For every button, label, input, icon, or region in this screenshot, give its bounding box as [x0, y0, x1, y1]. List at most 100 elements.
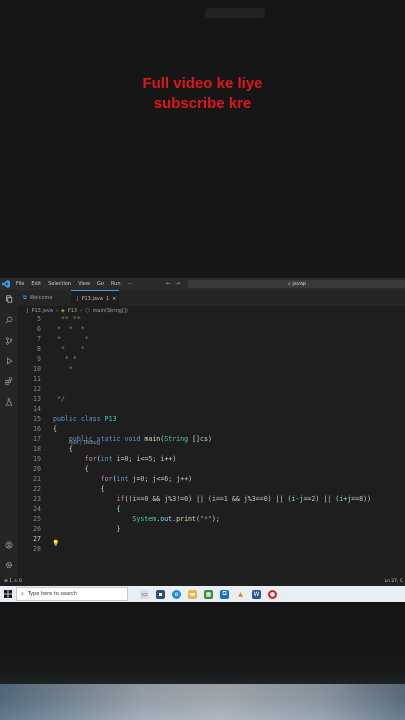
code-line[interactable]: 23 if((i==0 && j%3!=0) || (i==1 && j%3==…: [17, 494, 405, 504]
settings-icon[interactable]: [0, 558, 17, 572]
testing-icon[interactable]: [0, 395, 17, 409]
search-text: javap: [292, 281, 307, 287]
line-code: * *: [53, 335, 89, 343]
run-debug-icon[interactable]: [0, 354, 17, 368]
code-line[interactable]: 20 {: [17, 464, 405, 474]
code-line[interactable]: 27: [17, 534, 405, 544]
run-debug-codelens[interactable]: Run | Debug: [69, 440, 100, 446]
windows-start-icon[interactable]: [0, 586, 16, 602]
line-code: ** **: [53, 315, 81, 323]
search-icon: ⌕: [21, 591, 24, 597]
code-line[interactable]: 8 * *: [17, 344, 405, 354]
line-number: 21: [33, 475, 41, 483]
menu-file[interactable]: File: [16, 281, 24, 287]
code-line[interactable]: 9 * *: [17, 354, 405, 364]
menu-more[interactable]: ···: [128, 281, 133, 287]
widgets-icon[interactable]: ▪: [156, 589, 165, 599]
menu-edit[interactable]: Edit: [31, 281, 41, 287]
line-number: 18: [33, 445, 41, 453]
menu-selection[interactable]: Selection: [48, 281, 71, 287]
activity-bar: [0, 290, 17, 578]
code-line[interactable]: 22 {: [17, 484, 405, 494]
code-editor[interactable]: 5 ** ** 6 * * * 7 * * 8 * * 9 * * 10 * 11 12 13 …: [17, 314, 405, 574]
title-bar: File Edit Selection View Go Run ··· ←→ ⌕…: [0, 278, 405, 290]
code-line[interactable]: 26 }: [17, 524, 405, 534]
command-center-search[interactable]: ⌕ javap: [188, 280, 405, 288]
code-line[interactable]: 10 *: [17, 364, 405, 374]
search-icon[interactable]: [0, 313, 17, 327]
line-number: 24: [33, 505, 41, 513]
line-number: 9: [37, 355, 41, 363]
line-number: 27: [33, 535, 41, 543]
source-control-icon[interactable]: [0, 334, 17, 348]
vscode-window: File Edit Selection View Go Run ··· ←→ ⌕…: [0, 278, 405, 586]
tab-p13-java[interactable]: J P13.java 1 ×: [71, 290, 119, 306]
vscode-taskbar-icon[interactable]: ⧉: [220, 589, 229, 599]
line-number: 25: [33, 515, 41, 523]
tab-welcome[interactable]: ⧉ Welcome: [17, 290, 71, 306]
problems-status[interactable]: ⊗ 1 ⚠ 0: [4, 579, 22, 584]
promo-line-1: Full video ke liye: [142, 75, 263, 92]
code-line[interactable]: 24 {: [17, 504, 405, 514]
taskbar-search[interactable]: ⌕ Type here to search: [16, 587, 128, 601]
store-icon[interactable]: ▦: [204, 589, 213, 599]
file-explorer-icon[interactable]: ▬: [188, 589, 197, 599]
menu-view[interactable]: View: [78, 281, 90, 287]
vlc-icon[interactable]: ▲: [236, 590, 245, 599]
line-code: for(int j=0; j<=6; j++): [100, 475, 193, 483]
windows-taskbar: ⌕ Type here to search ▭ ▪ e ▬ ▦ ⧉ ▲ W ●: [0, 586, 405, 602]
line-number: 11: [33, 375, 41, 383]
code-line[interactable]: 11: [17, 374, 405, 384]
line-code: for(int i=0; i<=5; i++): [84, 455, 177, 463]
status-bar: ⊗ 1 ⚠ 0 Ln 27, C: [0, 578, 405, 586]
account-icon[interactable]: [0, 538, 17, 552]
line-number: 17: [33, 435, 41, 443]
line-number: 16: [33, 425, 41, 433]
edge-icon[interactable]: e: [172, 589, 181, 599]
menu-run[interactable]: Run: [111, 281, 121, 287]
record-icon[interactable]: ●: [268, 589, 277, 599]
nav-arrows[interactable]: ←→: [166, 280, 184, 287]
line-code: */: [53, 395, 65, 403]
blurred-footer: [0, 684, 405, 720]
close-icon[interactable]: ×: [112, 296, 116, 302]
explorer-icon[interactable]: [0, 292, 17, 306]
line-code: * *: [53, 355, 77, 363]
lightbulb-icon[interactable]: 💡: [52, 540, 59, 547]
cursor-position[interactable]: Ln 27, C: [384, 579, 403, 584]
line-code: {: [53, 485, 105, 493]
line-number: 19: [33, 455, 41, 463]
line-number: 28: [33, 545, 41, 553]
code-line[interactable]: 5 ** **: [17, 314, 405, 324]
line-code: System.out.print("*");: [132, 515, 220, 523]
code-line[interactable]: 7 * *: [17, 334, 405, 344]
line-code: * *: [53, 345, 85, 353]
code-line[interactable]: 16 {: [17, 424, 405, 434]
line-number: 8: [37, 345, 41, 353]
line-number: 15: [33, 415, 41, 423]
task-view-icon[interactable]: ▭: [140, 589, 149, 599]
code-line[interactable]: 25 System.out.print("*");: [17, 514, 405, 524]
code-line[interactable]: 21 for(int j=0; j<=6; j++): [17, 474, 405, 484]
promo-overlay: Full video ke liye subscribe kre: [0, 74, 405, 114]
line-code: if((i==0 && j%3!=0) || (i==1 && j%3==0) …: [116, 495, 372, 503]
line-code: {: [53, 505, 121, 513]
line-code: {: [53, 465, 89, 473]
code-line[interactable]: 14: [17, 404, 405, 414]
code-line[interactable]: 6 * * *: [17, 324, 405, 334]
line-number: 20: [33, 465, 41, 473]
code-line[interactable]: 13 */: [17, 394, 405, 404]
line-number: 7: [37, 335, 41, 343]
code-line[interactable]: 12: [17, 384, 405, 394]
line-number: 10: [33, 365, 41, 373]
promo-line-2: subscribe kre: [153, 95, 252, 112]
code-line[interactable]: 19 for(int i=0; i<=5; i++): [17, 454, 405, 464]
word-icon[interactable]: W: [252, 589, 261, 599]
code-line[interactable]: 15 public class P13: [17, 414, 405, 424]
taskbar-apps: ▭ ▪ e ▬ ▦ ⧉ ▲ W ●: [128, 589, 277, 599]
menu-go[interactable]: Go: [97, 281, 104, 287]
tab-label: Welcome: [29, 295, 53, 301]
code-line[interactable]: 28: [17, 544, 405, 554]
extensions-icon[interactable]: [0, 374, 17, 388]
line-number: 13: [33, 395, 41, 403]
